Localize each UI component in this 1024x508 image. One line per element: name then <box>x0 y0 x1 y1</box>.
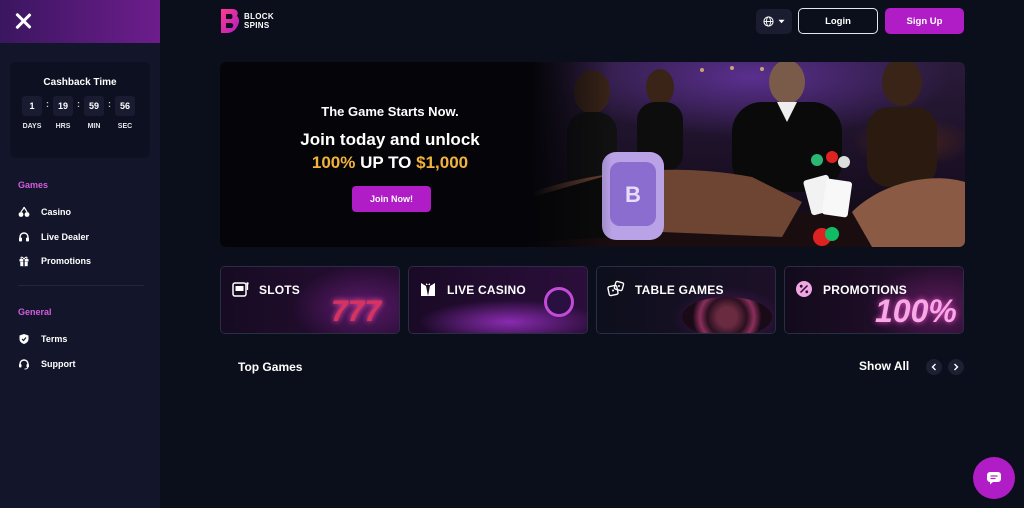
roulette-wheel-decoration <box>682 297 772 333</box>
category-card-promotions[interactable]: 100% PROMOTIONS <box>784 266 964 334</box>
logo-text-line1: BLOCK <box>244 12 274 21</box>
timer-days: 1 DAYS <box>21 96 43 130</box>
chevron-right-icon <box>954 363 959 371</box>
category-label: TABLE GAMES <box>635 283 724 297</box>
close-icon[interactable] <box>14 12 32 30</box>
sidebar-item-label: Support <box>41 359 76 369</box>
logo-mark-icon <box>221 9 240 33</box>
globe-icon <box>763 16 774 27</box>
banner-offer-mid: UP TO <box>355 153 417 172</box>
timer-seconds-label: SEC <box>117 123 133 130</box>
sidebar-item-support[interactable]: Support <box>18 358 76 370</box>
support-icon <box>18 358 30 370</box>
chat-bubble-icon <box>987 472 1001 485</box>
banner-offer: 100% UP TO $1,000 <box>220 153 560 173</box>
sidebar-item-label: Live Dealer <box>41 232 90 242</box>
cashback-title: Cashback Time <box>43 77 117 88</box>
timer-minutes-value: 59 <box>84 96 104 116</box>
carousel-prev-button[interactable] <box>926 359 942 375</box>
join-now-button[interactable]: Join Now! <box>352 186 431 212</box>
timer-hours-label: HRS <box>55 123 71 130</box>
cherries-icon <box>18 206 30 218</box>
sidebar-header <box>0 0 160 43</box>
promo-banner: B The Game Starts Now. Join today and un… <box>220 62 965 247</box>
tuxedo-icon <box>418 279 438 299</box>
slots-777-decoration: 777 <box>331 295 382 328</box>
brand-logo[interactable]: BLOCK SPINS <box>220 8 274 34</box>
svg-text:B: B <box>625 182 641 207</box>
category-label: SLOTS <box>259 283 301 297</box>
timer-minutes: 59 MIN <box>83 96 105 130</box>
logo-text: BLOCK SPINS <box>244 12 274 30</box>
carousel-next-button[interactable] <box>948 359 964 375</box>
sidebar-item-terms[interactable]: Terms <box>18 333 67 345</box>
dice-icon <box>606 279 626 299</box>
general-section-heading: General <box>18 307 52 317</box>
timer-days-value: 1 <box>22 96 42 116</box>
shield-icon <box>18 333 30 345</box>
countdown-timer: 1 DAYS : 19 HRS : 59 MIN : 56 SEC <box>21 96 136 130</box>
timer-separator: : <box>77 99 80 109</box>
timer-seconds-value: 56 <box>115 96 135 116</box>
sidebar-item-label: Promotions <box>41 256 92 266</box>
promotions-100-decoration: 100% <box>875 293 957 329</box>
banner-subtitle: The Game Starts Now. <box>321 104 459 119</box>
games-section-heading: Games <box>18 180 49 190</box>
sidebar-item-live-dealer[interactable]: Live Dealer <box>18 231 89 243</box>
chevron-down-icon <box>778 19 785 24</box>
sidebar-item-promotions[interactable]: Promotions <box>18 255 91 267</box>
timer-days-label: DAYS <box>22 123 42 130</box>
headset-icon <box>18 231 30 243</box>
sidebar-divider <box>18 285 144 286</box>
top-games-heading: Top Games <box>238 360 303 374</box>
sidebar-item-label: Terms <box>41 334 68 344</box>
logo-text-line2: SPINS <box>244 21 270 30</box>
timer-hours: 19 HRS <box>52 96 74 130</box>
category-card-slots[interactable]: 777 SLOTS <box>220 266 400 334</box>
percent-badge-icon <box>794 279 814 299</box>
category-card-live-casino[interactable]: LIVE CASINO <box>408 266 588 334</box>
gift-icon <box>18 255 30 267</box>
category-label: PROMOTIONS <box>823 283 908 297</box>
live-chat-button[interactable] <box>973 457 1015 499</box>
timer-separator: : <box>46 99 49 109</box>
cashback-timer-card: Cashback Time 1 DAYS : 19 HRS : 59 MIN :… <box>10 62 150 158</box>
banner-offer-amount: $1,000 <box>416 153 469 172</box>
chevron-left-icon <box>931 363 936 371</box>
banner-headline: Join today and unlock <box>300 130 480 149</box>
timer-hours-value: 19 <box>53 96 73 116</box>
category-card-table-games[interactable]: TABLE GAMES <box>596 266 776 334</box>
slot-machine-icon <box>230 279 250 299</box>
banner-offer-percent: 100% <box>311 153 356 172</box>
show-all-link[interactable]: Show All <box>859 359 909 373</box>
sidebar: Cashback Time 1 DAYS : 19 HRS : 59 MIN :… <box>0 0 160 508</box>
signup-button[interactable]: Sign Up <box>885 8 964 34</box>
language-selector[interactable] <box>756 9 792 34</box>
timer-minutes-label: MIN <box>87 123 101 130</box>
timer-seconds: 56 SEC <box>114 96 136 130</box>
sidebar-item-label: Casino <box>41 207 72 217</box>
timer-separator: : <box>108 99 111 109</box>
category-label: LIVE CASINO <box>447 283 526 297</box>
login-button[interactable]: Login <box>798 8 878 34</box>
live-casino-chip-decoration <box>544 287 574 317</box>
sidebar-item-casino[interactable]: Casino <box>18 206 71 218</box>
